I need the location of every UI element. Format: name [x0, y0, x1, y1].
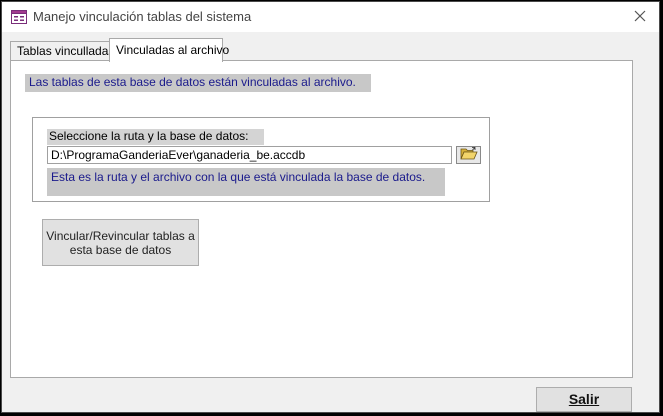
dialog-window: Manejo vinculación tablas del sistema Ta… — [1, 1, 660, 413]
browse-button[interactable] — [456, 146, 481, 164]
exit-button[interactable]: Salir — [536, 387, 632, 412]
tab-vinculadas-al-archivo[interactable]: Vinculadas al archivo — [109, 38, 229, 62]
path-description: Esta es la ruta y el archivo con la que … — [47, 168, 445, 196]
linked-info-label: Las tablas de esta base de datos están v… — [25, 74, 371, 92]
close-button[interactable] — [625, 2, 655, 32]
form-icon — [11, 10, 27, 24]
folder-open-icon — [459, 147, 478, 163]
window-title: Manejo vinculación tablas del sistema — [33, 9, 252, 24]
relink-tables-button[interactable]: Vincular/Revincular tablas a esta base d… — [42, 219, 199, 266]
path-caption: Seleccione la ruta y la base de datos: — [47, 129, 264, 145]
tab-tablas-vinculladas[interactable]: Tablas vinculladas — [10, 41, 114, 61]
path-input[interactable] — [47, 146, 452, 164]
close-icon — [634, 10, 646, 25]
title-bar: Manejo vinculación tablas del sistema — [2, 2, 659, 32]
